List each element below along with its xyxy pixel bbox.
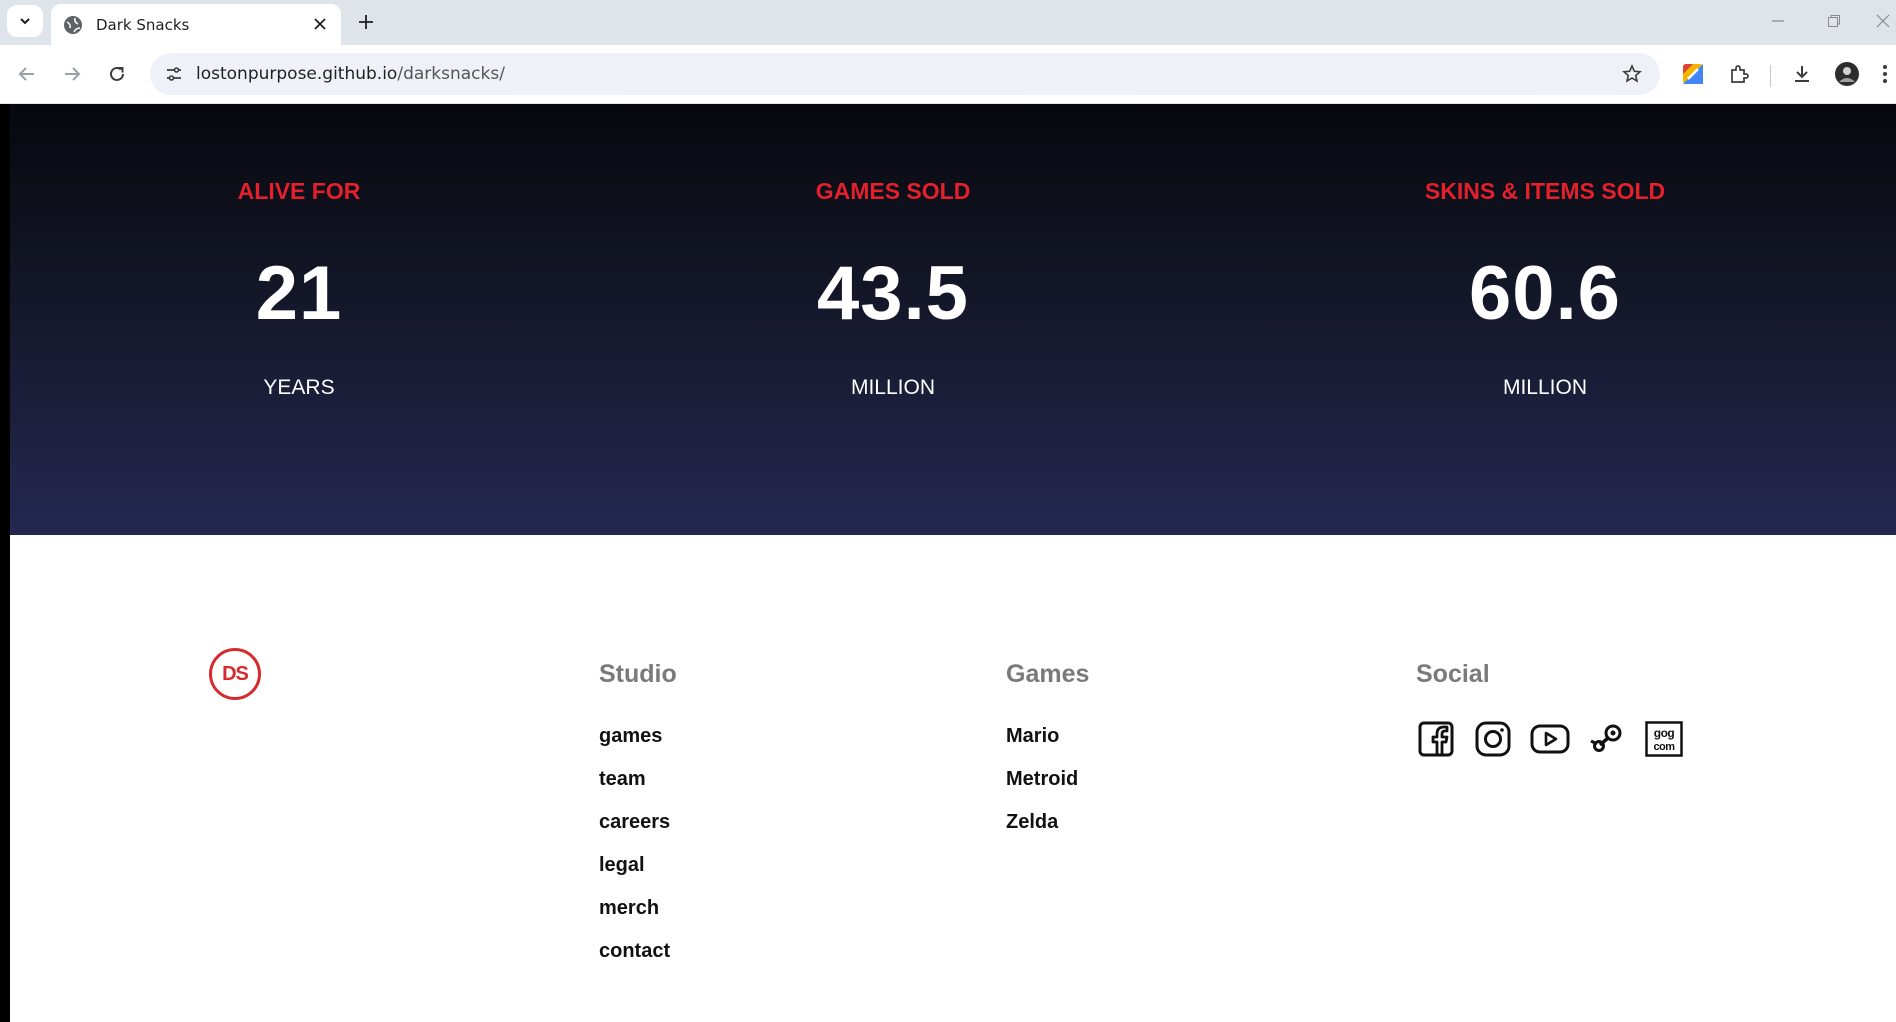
browser-toolbar: lostonpurpose.github.io/darksnacks/ — [0, 45, 1896, 104]
plus-icon — [359, 15, 373, 29]
extensions-puzzle-icon[interactable] — [1722, 57, 1756, 91]
globe-icon — [63, 15, 83, 35]
footer-column-games: Games Mario Metroid Zelda — [1006, 660, 1089, 844]
site-footer: DS Studio games team careers legal merch… — [10, 535, 1896, 1022]
instagram-icon[interactable] — [1473, 719, 1513, 759]
stat-value: 21 — [255, 251, 343, 336]
footer-link-careers[interactable]: careers — [599, 801, 677, 844]
bookmark-star-icon[interactable] — [1618, 60, 1646, 88]
footer-link-merch[interactable]: merch — [599, 887, 677, 930]
new-tab-button[interactable] — [350, 6, 382, 38]
toolbar-divider — [1770, 65, 1771, 87]
stat-unit: MILLION — [1502, 376, 1588, 399]
footer-heading-studio: Studio — [599, 660, 677, 688]
chevron-down-icon — [20, 18, 30, 25]
gog-icon[interactable]: gog com — [1644, 719, 1684, 759]
stat-label: GAMES SOLD — [815, 178, 971, 204]
arrow-right-icon — [65, 67, 81, 81]
stat-value: 43.5 — [817, 251, 969, 336]
close-tab-icon[interactable] — [309, 13, 331, 35]
footer-link-legal[interactable]: legal — [599, 844, 677, 887]
steam-icon[interactable] — [1587, 719, 1627, 759]
arrow-left-icon — [18, 67, 34, 81]
stats-section: ALIVE FOR 21 YEARS GAMES SOLD 43.5 MILLI… — [10, 104, 1896, 535]
back-button[interactable] — [10, 57, 44, 91]
social-icons: gog com — [1416, 719, 1684, 759]
ds-logo[interactable]: DS — [209, 648, 261, 700]
browser-tab-bar: Dark Snacks — [0, 0, 1896, 45]
footer-link-zelda[interactable]: Zelda — [1006, 801, 1089, 844]
url-host: lostonpurpose.github.io — [196, 64, 398, 84]
svg-text:com: com — [1653, 741, 1675, 753]
minimize-button[interactable] — [1758, 6, 1798, 36]
youtube-icon[interactable] — [1530, 719, 1570, 759]
games-links: Mario Metroid Zelda — [1006, 715, 1089, 844]
tab-search-button[interactable] — [7, 5, 43, 37]
close-window-button[interactable] — [1870, 6, 1896, 36]
profile-avatar-icon[interactable] — [1830, 57, 1864, 91]
footer-link-contact[interactable]: contact — [599, 930, 677, 973]
footer-link-metroid[interactable]: Metroid — [1006, 758, 1089, 801]
downloads-icon[interactable] — [1785, 57, 1819, 91]
restore-icon — [1828, 15, 1840, 27]
reload-button[interactable] — [100, 57, 134, 91]
url-path: /darksnacks/ — [397, 64, 505, 84]
stat-label: SKINS & ITEMS SOLD — [1424, 178, 1666, 204]
footer-link-mario[interactable]: Mario — [1006, 715, 1089, 758]
stat-unit: MILLION — [850, 376, 936, 399]
close-icon — [1876, 14, 1890, 28]
footer-heading-social: Social — [1416, 660, 1490, 688]
address-bar[interactable]: lostonpurpose.github.io/darksnacks/ — [150, 53, 1660, 95]
minimize-icon — [1772, 20, 1784, 22]
stat-label: ALIVE FOR — [237, 178, 361, 204]
tab-title: Dark Snacks — [96, 15, 190, 34]
footer-column-studio: Studio games team careers legal merch co… — [599, 660, 677, 973]
web-page: ALIVE FOR 21 YEARS GAMES SOLD 43.5 MILLI… — [10, 104, 1896, 1022]
stat-value: 60.6 — [1469, 251, 1621, 336]
footer-link-team[interactable]: team — [599, 758, 677, 801]
active-tab[interactable]: Dark Snacks — [51, 4, 341, 45]
forward-button[interactable] — [55, 57, 89, 91]
browser-menu-icon[interactable] — [1874, 57, 1896, 91]
facebook-icon[interactable] — [1416, 719, 1456, 759]
restore-button[interactable] — [1814, 6, 1854, 36]
footer-heading-games: Games — [1006, 660, 1090, 688]
color-picker-extension-icon[interactable] — [1676, 57, 1710, 91]
footer-link-games[interactable]: games — [599, 715, 677, 758]
url-text: lostonpurpose.github.io/darksnacks/ — [196, 64, 505, 84]
studio-links: games team careers legal merch contact — [599, 715, 677, 973]
site-info-icon[interactable] — [158, 58, 190, 90]
footer-column-social: Social gog com — [1416, 660, 1684, 759]
stat-unit: YEARS — [263, 376, 335, 399]
svg-text:gog: gog — [1654, 726, 1675, 740]
reload-icon — [110, 66, 124, 81]
